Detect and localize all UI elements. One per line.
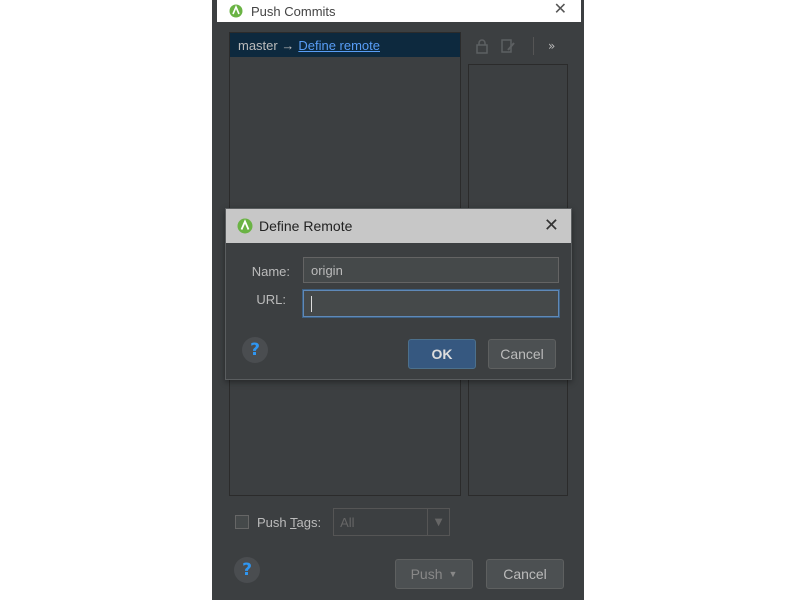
close-icon[interactable]: ✕ xyxy=(544,215,559,236)
android-studio-icon xyxy=(237,218,253,234)
dialog-title: Define Remote xyxy=(259,218,353,234)
close-icon[interactable]: ✕ xyxy=(554,0,567,18)
define-remote-link[interactable]: Define remote xyxy=(298,38,380,53)
push-tags-label: Push Tags: xyxy=(257,514,322,530)
url-field[interactable] xyxy=(303,290,559,317)
ide-background-right xyxy=(582,0,800,600)
push-tags-checkbox[interactable] xyxy=(235,515,249,529)
chevron-down-icon: ▼ xyxy=(427,509,449,535)
define-remote-dialog: Define Remote ✕ Name: origin URL: ? OK C… xyxy=(225,208,572,380)
branch-row[interactable]: master → Define remote xyxy=(230,33,460,57)
dialog-titlebar: Define Remote ✕ xyxy=(226,209,571,243)
cancel-button[interactable]: Cancel xyxy=(488,339,556,369)
push-tags-row: Push Tags: All ▼ xyxy=(235,508,451,536)
push-window-titlebar: Push Commits ✕ xyxy=(217,0,581,22)
tags-select-value: All xyxy=(340,514,355,530)
push-button[interactable]: Push ▼ xyxy=(395,559,473,589)
branch-name: master → xyxy=(238,37,295,53)
edit-icon[interactable] xyxy=(499,37,517,55)
lock-icon[interactable] xyxy=(473,37,491,55)
help-icon[interactable]: ? xyxy=(242,337,268,363)
cancel-button[interactable]: Cancel xyxy=(486,559,564,589)
text-cursor xyxy=(311,295,312,312)
android-studio-icon xyxy=(229,4,243,18)
ide-background-left xyxy=(0,0,217,600)
toolbar-separator xyxy=(533,37,534,55)
url-label: URL: xyxy=(256,292,286,307)
caret-down-icon: ▼ xyxy=(448,569,458,579)
name-label: Name: xyxy=(251,264,290,279)
ok-button[interactable]: OK xyxy=(408,339,476,369)
help-icon[interactable]: ? xyxy=(234,557,260,583)
commit-toolbar: » xyxy=(473,34,573,58)
more-icon[interactable]: » xyxy=(548,39,555,53)
tags-select[interactable]: All ▼ xyxy=(333,508,451,536)
name-field[interactable]: origin xyxy=(303,257,559,283)
push-window-title: Push Commits xyxy=(251,3,336,19)
push-button-label: Push xyxy=(410,566,443,582)
